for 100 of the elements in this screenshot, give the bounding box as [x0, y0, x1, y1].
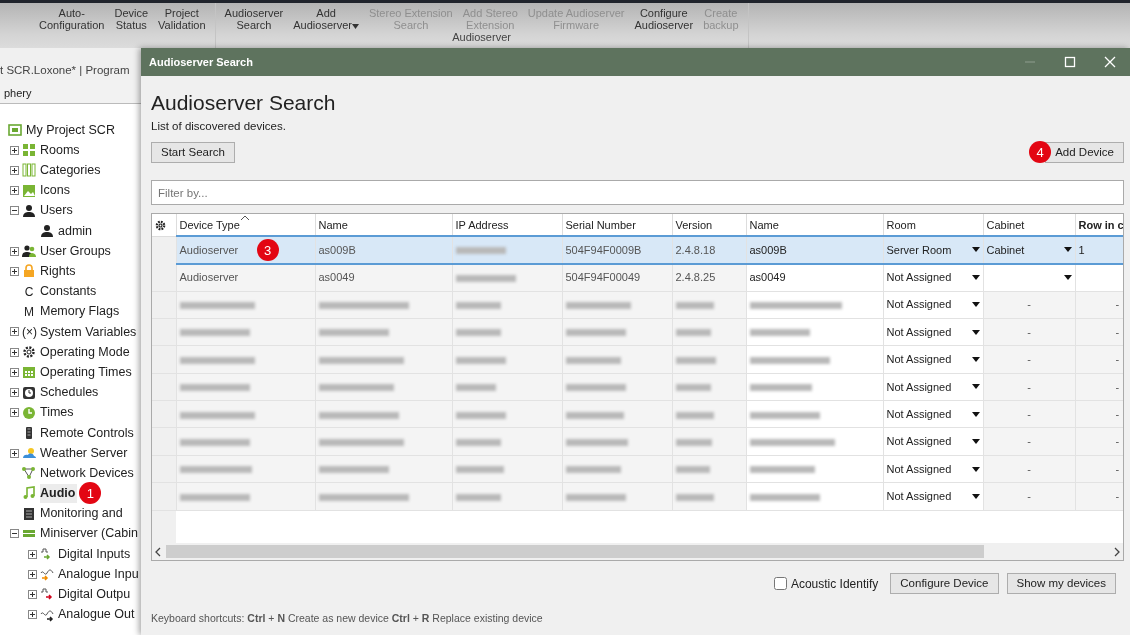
- dialog-button[interactable]: Show my devices: [1006, 573, 1116, 595]
- tree-item[interactable]: Icons: [40, 181, 70, 201]
- tree-item[interactable]: Rights: [40, 262, 76, 281]
- ribbon-button[interactable]: Auto- Configuration: [34, 3, 110, 31]
- dropdown-caret-icon[interactable]: [971, 493, 980, 499]
- glyph-icon: C: [22, 282, 36, 301]
- ribbon-button[interactable]: Audioserver Search: [219, 3, 289, 31]
- ribbon-button[interactable]: Project Validation: [153, 3, 211, 31]
- tree-item[interactable]: admin: [58, 221, 93, 241]
- expand-toggle[interactable]: [28, 549, 37, 559]
- dropdown-caret-icon[interactable]: [1063, 275, 1072, 281]
- dropdown-caret-icon[interactable]: [971, 466, 980, 472]
- expand-toggle[interactable]: [10, 388, 19, 398]
- tree-item[interactable]: Remote Controls: [40, 423, 134, 443]
- expand-toggle[interactable]: [10, 206, 19, 216]
- tree-item[interactable]: System Variables: [40, 322, 137, 342]
- tree-item[interactable]: Operating Times: [40, 362, 132, 382]
- tree-item[interactable]: Times: [40, 403, 74, 423]
- tree-item[interactable]: User Groups: [40, 241, 111, 261]
- close-icon[interactable]: [1104, 56, 1116, 68]
- expand-toggle[interactable]: [28, 589, 37, 599]
- column-header[interactable]: IP Address: [452, 214, 562, 237]
- tree-item[interactable]: Monitoring and: [40, 504, 123, 524]
- table-row[interactable]: Not Assigned - -: [152, 318, 1123, 346]
- dropdown-caret-icon[interactable]: [971, 329, 980, 335]
- settings-icon[interactable]: [155, 220, 166, 232]
- table-row[interactable]: Not Assigned - -: [152, 482, 1123, 511]
- tree-item[interactable]: Weather Server: [40, 443, 128, 463]
- expand-toggle[interactable]: [10, 145, 19, 155]
- tree-item[interactable]: Digital Inputs: [58, 544, 131, 564]
- music-note-icon: [22, 486, 36, 501]
- column-header[interactable]: Cabinet: [983, 214, 1075, 237]
- expand-toggle[interactable]: [10, 367, 19, 377]
- table-cell-text: Not Assigned: [886, 461, 952, 477]
- tree-item[interactable]: Network Devices: [40, 463, 134, 483]
- table-cell: 2.4.8.25: [675, 271, 716, 284]
- device-icon: [22, 506, 36, 521]
- dropdown-caret-icon[interactable]: [971, 302, 980, 308]
- filter-field[interactable]: Filter by...: [151, 180, 1124, 206]
- dropdown-caret-icon[interactable]: [1063, 247, 1072, 253]
- column-header[interactable]: Row in c: [1075, 214, 1123, 237]
- clock-icon: [22, 405, 36, 420]
- horizontal-scrollbar[interactable]: [152, 543, 1123, 561]
- table-row[interactable]: Not Assigned - -: [152, 455, 1123, 483]
- table-row[interactable]: Not Assigned - -: [152, 400, 1123, 428]
- table-row[interactable]: Audioserver 3 as009B 504F94F0009B 2.4.8.18 as009B Server Room Cabinet 1: [152, 236, 1123, 264]
- tree-item[interactable]: Analogue Inpu: [58, 564, 139, 584]
- redacted-text: [565, 493, 626, 501]
- expand-toggle[interactable]: [10, 408, 19, 418]
- table-cell: -: [1027, 298, 1031, 311]
- add-device-button[interactable]: Add Device: [1045, 141, 1124, 163]
- expand-toggle[interactable]: [10, 266, 19, 276]
- tree-item[interactable]: My Project SCR: [26, 120, 115, 140]
- tree-item[interactable]: Miniserver (Cabin: [40, 524, 138, 544]
- expand-toggle[interactable]: [10, 246, 19, 256]
- table-row[interactable]: Audioserver as0049 504F94F00049 2.4.8.25 as0049 Not Assigned: [152, 263, 1123, 292]
- expand-toggle[interactable]: [10, 347, 19, 357]
- ribbon-button[interactable]: Device Status: [109, 3, 154, 31]
- tree-item[interactable]: Audio: [40, 484, 78, 503]
- expand-toggle[interactable]: [10, 529, 19, 539]
- table-row[interactable]: Not Assigned - -: [152, 345, 1123, 374]
- tree-item[interactable]: Users: [40, 201, 73, 221]
- dropdown-caret-icon[interactable]: [971, 275, 980, 281]
- expand-toggle[interactable]: [10, 186, 19, 196]
- column-header[interactable]: Name: [315, 214, 452, 237]
- tree-item[interactable]: Categories: [40, 161, 101, 180]
- table-row[interactable]: Not Assigned - -: [152, 291, 1123, 319]
- maximize-icon[interactable]: [1064, 56, 1076, 68]
- acoustic-identify-checkbox[interactable]: [773, 577, 787, 591]
- column-header[interactable]: Name: [746, 214, 883, 237]
- tree-item[interactable]: Rooms: [40, 140, 80, 160]
- start-search-button[interactable]: Start Search: [151, 141, 235, 163]
- expand-toggle[interactable]: [10, 327, 19, 337]
- ribbon-button[interactable]: Add Audioserver: [288, 3, 364, 31]
- people-icon: [22, 244, 36, 259]
- tree-item[interactable]: Schedules: [40, 383, 99, 402]
- dropdown-caret-icon[interactable]: [971, 411, 980, 417]
- tree-item[interactable]: Constants: [40, 282, 97, 301]
- expand-toggle[interactable]: [10, 165, 19, 175]
- column-header[interactable]: Device Type: [176, 214, 315, 237]
- table-cell-text: Not Assigned: [886, 297, 952, 313]
- dialog-button[interactable]: Configure Device: [890, 573, 999, 595]
- dropdown-caret-icon[interactable]: [971, 357, 980, 362]
- tree-item[interactable]: Memory Flags: [40, 302, 120, 322]
- dropdown-caret-icon[interactable]: [971, 247, 980, 253]
- dropdown-caret-icon[interactable]: [971, 384, 980, 390]
- column-header[interactable]: Serial Number: [562, 214, 672, 237]
- expand-toggle[interactable]: [28, 569, 37, 579]
- table-row[interactable]: Not Assigned - -: [152, 373, 1123, 401]
- table-row[interactable]: Not Assigned - -: [152, 428, 1123, 456]
- expand-toggle[interactable]: [28, 610, 37, 620]
- column-header[interactable]: Version: [672, 214, 746, 237]
- tree-item[interactable]: Analogue Out: [58, 605, 135, 624]
- expand-toggle[interactable]: [10, 448, 19, 458]
- ribbon-button[interactable]: Configure Audioserver: [629, 3, 699, 31]
- column-header[interactable]: Room: [883, 214, 983, 237]
- table-cell-text: Not Assigned: [886, 352, 952, 368]
- dropdown-caret-icon[interactable]: [971, 439, 980, 445]
- tree-item[interactable]: Digital Outpu: [58, 585, 131, 604]
- tree-item[interactable]: Operating Mode: [40, 342, 130, 362]
